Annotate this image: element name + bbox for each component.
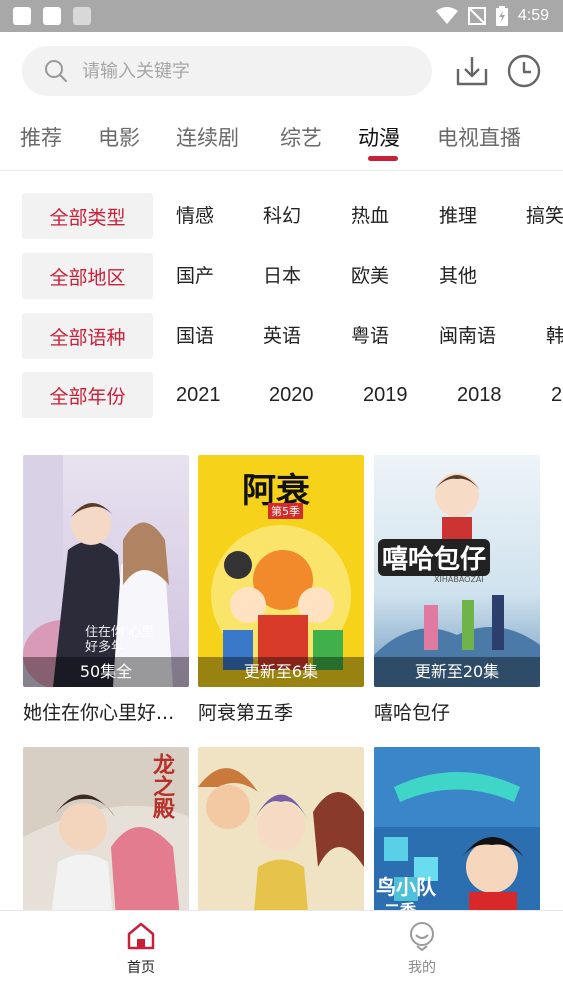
tab-anime[interactable]: 动漫 [358,122,400,152]
filter-option[interactable]: 2 [551,372,562,418]
home-icon [127,922,155,950]
search-input[interactable] [82,46,412,96]
filter-option[interactable]: 情感 [176,193,214,239]
poster-subtext: XIHABAOZAI [434,575,484,584]
nav-home-label: 首页 [127,960,155,976]
filter-option[interactable]: 2018 [457,372,502,418]
filter-selected-year[interactable]: 全部年份 [22,372,153,418]
filter-option[interactable]: 热血 [351,193,389,239]
category-tabs: 推荐 电影 连续剧 综艺 动漫 电视直播 [0,112,563,162]
episode-badge: 更新至6集 [198,657,364,687]
download-icon[interactable] [454,53,490,89]
filter-selected-type[interactable]: 全部类型 [22,193,153,239]
app-root: 4:59 推荐 电影 连续剧 综艺 动漫 电视直播 全部类型 情感 科幻 热血 … [0,0,563,1000]
filter-row-region: 全部地区 国产 日本 欧美 其他 [0,253,563,299]
tab-series[interactable]: 连续剧 [176,122,239,152]
filter-selected-language[interactable]: 全部语种 [22,313,153,359]
poster-text: 鸟小队 [376,875,436,899]
poster-text: 嘻哈包仔 [378,539,491,576]
search-bar[interactable] [22,46,432,96]
filter-option[interactable]: 2019 [363,372,408,418]
filter-option[interactable]: 英语 [263,313,301,359]
profile-icon [410,922,434,952]
filter-option[interactable]: 日本 [263,253,301,299]
bottom-nav: 首页 我的 [0,910,563,1000]
filter-option[interactable]: 国产 [176,253,214,299]
notification-icon [73,7,91,25]
filter-option[interactable]: 其他 [439,253,477,299]
poster: 阿衰 第5季 更新至6集 [198,455,364,687]
tab-tv-live[interactable]: 电视直播 [437,122,521,152]
video-card[interactable]: 嘻哈包仔 XIHABAOZAI 更新至20集 嘻哈包仔 [374,455,540,725]
filter-option[interactable]: 国语 [176,313,214,359]
filter-option[interactable]: 闽南语 [439,313,496,359]
status-time: 4:59 [517,7,549,24]
poster: 嘻哈包仔 XIHABAOZAI 更新至20集 [374,455,540,687]
tab-movie[interactable]: 电影 [98,122,140,152]
tab-variety[interactable]: 综艺 [280,122,322,152]
filter-option[interactable]: 粤语 [351,313,389,359]
filter-option[interactable]: 欧美 [351,253,389,299]
video-title: 阿衰第五季 [198,702,294,724]
notification-icon [43,7,61,25]
status-bar: 4:59 [0,0,563,32]
search-icon [45,60,68,83]
wifi-icon [435,7,458,24]
video-title: 她住在你心里好... [23,702,175,724]
battery-icon [495,6,508,26]
tab-recommend[interactable]: 推荐 [20,122,62,152]
filter-option[interactable]: 韩 [546,313,563,359]
active-tab-indicator [368,156,398,161]
filter-option[interactable]: 2021 [176,372,221,418]
nav-profile[interactable]: 我的 [382,921,462,977]
episode-badge: 50集全 [23,657,189,687]
video-card[interactable]: 住在你 心里好多年 50集全 她住在你心里好... [23,455,189,725]
poster: 住在你 心里好多年 50集全 [23,455,189,687]
filter-option[interactable]: 搞笑 [526,193,563,239]
filter-row-type: 全部类型 情感 科幻 热血 推理 搞笑 [0,193,563,239]
filter-option[interactable]: 科幻 [263,193,301,239]
filter-row-language: 全部语种 国语 英语 粤语 闽南语 韩 [0,313,563,359]
filter-option[interactable]: 2020 [269,372,314,418]
poster-text: 龙之殿 [149,753,174,819]
filter-row-year: 全部年份 2021 2020 2019 2018 2 [0,372,563,418]
episode-badge: 更新至20集 [374,657,540,687]
video-card[interactable]: 阿衰 第5季 更新至6集 阿衰第五季 [198,455,364,725]
divider [0,170,563,171]
filter-option[interactable]: 推理 [439,193,477,239]
poster-text: 住在你 心里好多年 [85,625,155,655]
filter-selected-region[interactable]: 全部地区 [22,253,153,299]
nav-home[interactable]: 首页 [101,921,181,977]
nav-profile-label: 我的 [408,960,436,976]
notification-icon [13,7,31,25]
clock-icon[interactable] [506,53,542,89]
video-title: 嘻哈包仔 [374,702,451,724]
signal-off-icon [467,7,486,25]
poster-subtext: 第5季 [268,503,303,519]
